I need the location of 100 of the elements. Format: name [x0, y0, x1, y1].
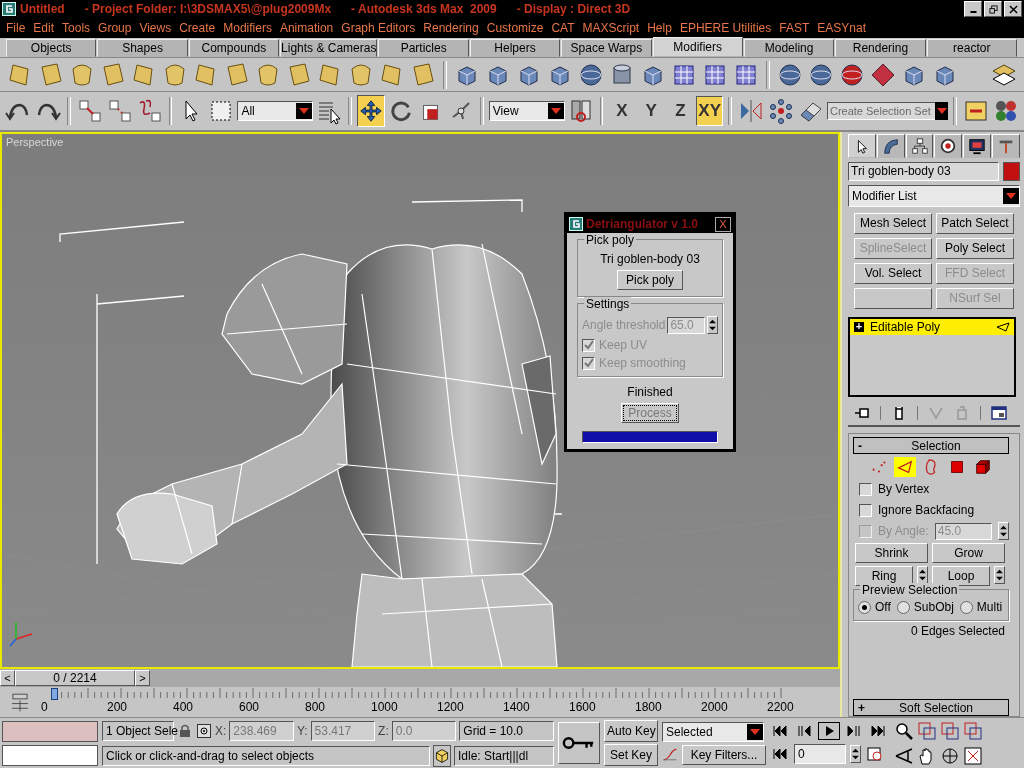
selection-button[interactable]: Shrink	[855, 543, 928, 563]
menu-item[interactable]: Create	[177, 21, 222, 35]
toolbar-tab[interactable]: Objects	[6, 39, 97, 57]
selection-button[interactable]: Ring	[855, 566, 913, 586]
play-icon[interactable]	[818, 722, 840, 740]
axis-constraint-button[interactable]: X	[608, 96, 636, 126]
restore-button[interactable]	[984, 1, 1002, 17]
modifier-button[interactable]: Patch Select	[936, 213, 1014, 234]
spinner-arrows-icon[interactable]	[917, 566, 928, 584]
expand-toggle[interactable]: +	[858, 700, 868, 715]
menu-item[interactable]: Graph Editors	[339, 21, 422, 35]
modifier-button[interactable]: Vol. Select	[854, 263, 932, 284]
menu-item[interactable]: MAXScript	[580, 21, 646, 35]
toolbar-tab[interactable]: Modifiers	[652, 37, 743, 57]
toolbar-tab[interactable]: Compounds	[188, 39, 280, 57]
pin-icon[interactable]	[854, 405, 870, 421]
timeline-ruler[interactable]: 0 200 400 600 800 1000 1200 1400 1600 1800 2000 2200	[38, 688, 840, 716]
blank-button[interactable]	[854, 288, 932, 309]
key-button[interactable]	[558, 722, 600, 764]
wheel-icon[interactable]	[934, 134, 963, 158]
edge-icon[interactable]	[894, 457, 916, 477]
perspective-viewport[interactable]: Perspective Detriangulator v 1.0 X Pick poly Tri goblen-body 03 Pick poly Settings Angle threshold 65.0 Keep UV Keep smoothing Finished Process	[0, 132, 840, 669]
toolbar-tab[interactable]: reactor	[926, 39, 1017, 57]
radio-button[interactable]	[896, 600, 910, 614]
radio-button[interactable]	[858, 600, 871, 614]
current-frame-field[interactable]: 0	[794, 744, 846, 764]
expand-button[interactable]: +	[854, 322, 864, 332]
toolbar-tab[interactable]: Rendering	[835, 39, 926, 57]
hammer-icon[interactable]	[992, 134, 1020, 158]
selection-filter-dropdown[interactable]: All	[237, 101, 314, 121]
menu-item[interactable]: EASYnat	[815, 21, 872, 35]
time-configuration-icon[interactable]	[865, 746, 885, 762]
menu-item[interactable]: Group	[96, 21, 138, 35]
rollout-header[interactable]: - Selection	[853, 437, 1009, 454]
key-filters-button[interactable]: Key Filters...	[682, 744, 766, 765]
field-of-view-icon[interactable]	[894, 745, 914, 766]
maximize-viewport-icon[interactable]	[963, 745, 983, 766]
spinner-arrows-icon[interactable]	[850, 745, 861, 763]
menu-item[interactable]: Rendering	[421, 21, 485, 35]
menu-item[interactable]: EPHERE Utilities	[677, 21, 778, 35]
orbit-icon[interactable]	[940, 745, 960, 766]
axis-constraint-button[interactable]: Z	[666, 96, 695, 126]
configure-icon[interactable]	[991, 405, 1007, 421]
set-key-button[interactable]: Set Key	[604, 744, 658, 766]
axis-constraint-button[interactable]: Y	[637, 96, 665, 126]
toolbar-tab[interactable]: Shapes	[97, 39, 188, 57]
zoom-all-icon[interactable]	[917, 720, 937, 741]
modifier-list-dropdown[interactable]: Modifier List	[848, 185, 1020, 207]
monitor-icon[interactable]	[963, 134, 992, 158]
menu-item[interactable]: Views	[137, 21, 178, 35]
radio-button[interactable]	[959, 600, 973, 614]
cube-icon[interactable]	[433, 744, 451, 767]
auto-key-button[interactable]: Auto Key	[604, 720, 658, 742]
checkbox[interactable]	[859, 503, 872, 517]
previous-frame-button[interactable]: <	[0, 670, 15, 686]
object-name-field[interactable]: Tri goblen-body 03	[848, 162, 999, 181]
lock-icon[interactable]	[177, 722, 193, 739]
listener-field[interactable]	[2, 720, 98, 742]
selection-button[interactable]: Grow	[932, 543, 1005, 563]
time-marker[interactable]	[51, 688, 58, 700]
named-selection-field[interactable]: Create Selection Set	[826, 102, 937, 120]
rollout-header[interactable]: + Soft Selection	[853, 699, 1009, 716]
toolbar-tab[interactable]: Helpers	[469, 39, 561, 57]
toolbar-tab[interactable]: Space Warps	[561, 39, 652, 57]
selection-button[interactable]: Loop	[932, 566, 990, 586]
modifier-button[interactable]: Poly Select	[936, 238, 1014, 259]
menu-item[interactable]: Animation	[277, 21, 340, 35]
move-icon[interactable]	[357, 95, 386, 127]
toolbar-tab[interactable]: Modeling	[743, 39, 835, 57]
collapse-toggle[interactable]: -	[858, 438, 868, 453]
toolbar-tab[interactable]: Particles	[378, 39, 469, 57]
key-mode-toggle-icon[interactable]	[770, 746, 790, 762]
tangent-curve-icon[interactable]	[662, 746, 678, 763]
menu-item[interactable]: Tools	[60, 21, 97, 35]
object-color-swatch[interactable]	[1003, 162, 1020, 181]
next-frame-button[interactable]: >	[135, 670, 150, 686]
close-button[interactable]	[1004, 1, 1022, 17]
stack-item[interactable]: + Editable Poly	[850, 319, 1014, 335]
menu-item[interactable]: Edit	[31, 21, 61, 35]
go-to-end-icon[interactable]	[868, 723, 888, 739]
minimize-button[interactable]	[964, 1, 982, 17]
spinner-arrows-icon[interactable]	[994, 566, 1005, 584]
modifier-button[interactable]: Mesh Select	[854, 213, 932, 234]
reference-coordinate-dropdown[interactable]: View	[488, 101, 565, 121]
menu-item[interactable]: Customize	[484, 21, 550, 35]
menu-item[interactable]: File	[4, 21, 32, 35]
axis-constraint-button[interactable]: XY	[696, 96, 724, 126]
menu-item[interactable]: Modifiers	[221, 21, 278, 35]
toolbar-tab[interactable]: Lights & Cameras	[280, 39, 378, 57]
absolute-mode-icon[interactable]	[196, 722, 212, 739]
menu-item[interactable]: CAT	[549, 21, 581, 35]
go-to-start-icon[interactable]	[770, 723, 790, 739]
hierarchy-icon[interactable]	[905, 134, 934, 158]
menu-item[interactable]: FAST	[777, 21, 816, 35]
listener-field[interactable]	[2, 744, 98, 766]
zoom-icon[interactable]	[894, 720, 914, 741]
spinner-arrows-icon[interactable]	[998, 522, 1009, 540]
zoom-extents-all-icon[interactable]	[963, 720, 983, 741]
key-mode-dropdown[interactable]: Selected	[662, 721, 764, 742]
pick-poly-button[interactable]: Pick poly	[617, 270, 683, 290]
